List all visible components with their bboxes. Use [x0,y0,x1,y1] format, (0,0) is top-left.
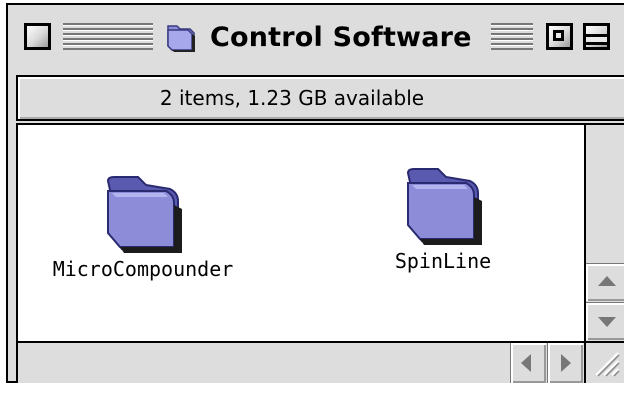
arrow-left-icon [521,354,531,372]
items-available-text: 2 items, 1.23 GB available [159,86,425,110]
scroll-right-button[interactable] [547,343,583,383]
resize-grip-icon [595,352,620,377]
folder-label: SpinLine [394,249,492,273]
folder-icon [106,176,182,253]
window-title-group: Control Software [158,15,478,59]
window-info-bar: 2 items, 1.23 GB available [16,75,624,121]
title-bar-stripes-left [63,23,153,50]
arrow-down-icon [598,317,616,327]
folder-icon [167,25,195,52]
horizontal-scrollbar[interactable] [16,341,584,383]
folder-icon [406,168,482,245]
collapse-box-button[interactable] [583,23,610,50]
vertical-scroll-track[interactable] [586,125,624,263]
finder-window: Control Software 2 items, 1.23 GB availa… [6,3,624,383]
zoom-box-button[interactable] [546,23,573,50]
arrow-up-icon [598,276,616,286]
folder-item-microcompounder[interactable]: MicroCompounder [53,163,233,281]
scroll-down-button[interactable] [586,302,624,340]
arrow-right-icon [561,354,571,372]
scroll-left-button[interactable] [510,343,546,383]
folder-label: MicroCompounder [52,257,234,281]
resize-grow-box[interactable] [584,341,624,383]
collapse-bar-icon [586,34,607,45]
zoom-inner-icon [553,30,564,41]
vertical-scrollbar[interactable] [584,123,624,341]
window-title: Control Software [210,21,472,53]
folder-content-area[interactable]: MicroCompounder SpinLine [16,123,584,341]
title-bar[interactable]: Control Software [8,5,624,70]
scroll-up-button[interactable] [586,263,624,301]
title-bar-stripes-right [491,23,533,50]
close-box-button[interactable] [24,23,51,50]
folder-item-spinline[interactable]: SpinLine [378,155,508,273]
